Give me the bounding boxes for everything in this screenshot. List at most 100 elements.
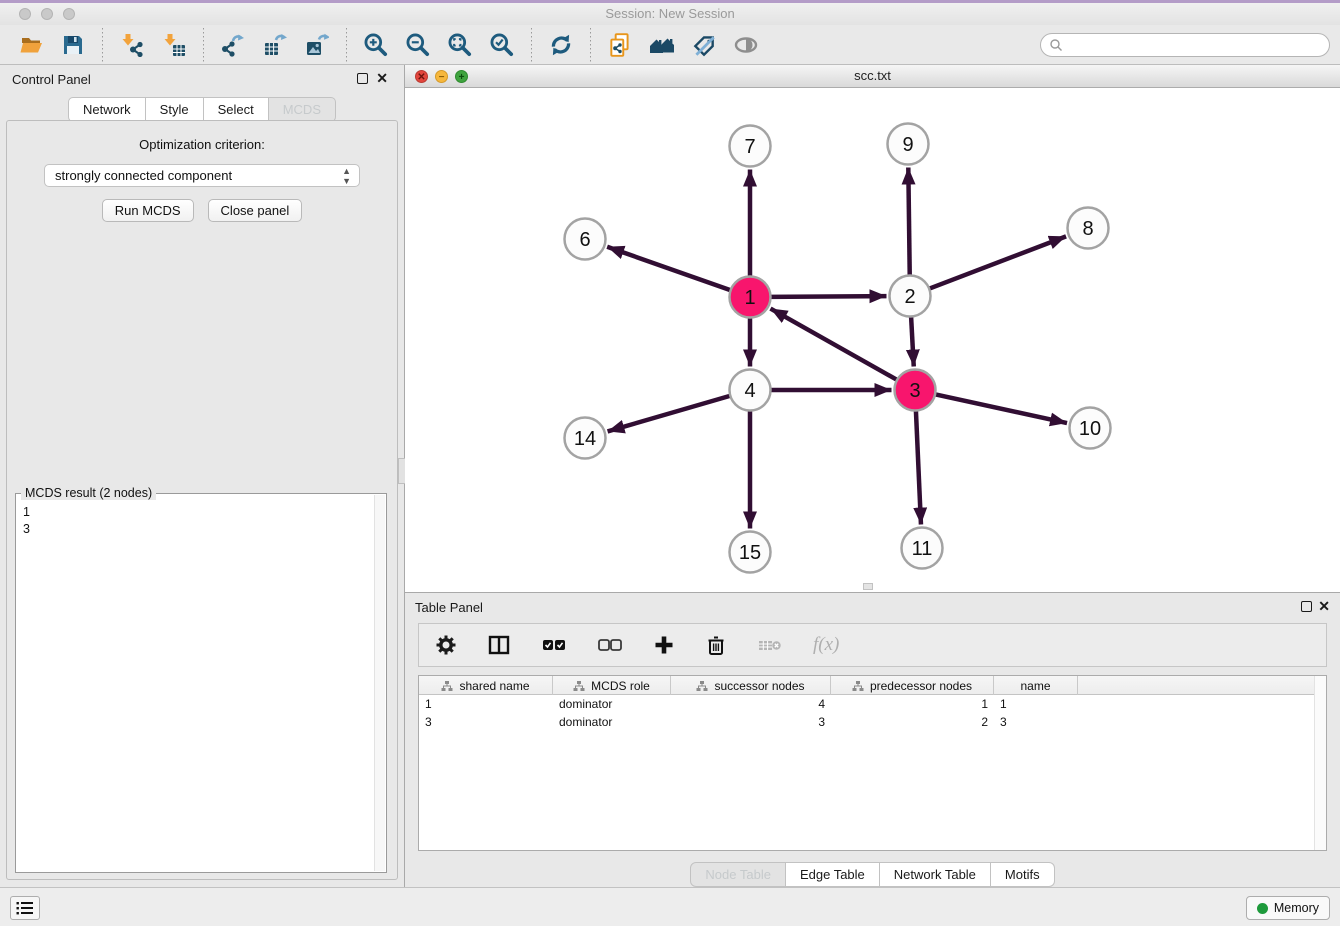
column-type-icon bbox=[441, 680, 453, 692]
column-header-shared-name[interactable]: shared name bbox=[419, 676, 553, 695]
column-header-successor-nodes[interactable]: successor nodes bbox=[671, 676, 831, 695]
column-header-predecessor-nodes[interactable]: predecessor nodes bbox=[831, 676, 994, 695]
cell-shared-name: 1 bbox=[419, 697, 553, 713]
graph-edge-1-2[interactable] bbox=[770, 296, 886, 297]
zoom-window-icon[interactable] bbox=[63, 8, 75, 20]
tab-node-table[interactable]: Node Table bbox=[690, 862, 786, 887]
import-table-button[interactable] bbox=[157, 29, 191, 61]
tab-mcds[interactable]: MCDS bbox=[269, 97, 336, 122]
search-input[interactable] bbox=[1063, 35, 1329, 55]
close-panel-button[interactable]: Close panel bbox=[208, 199, 303, 222]
select-all-button[interactable] bbox=[541, 630, 567, 660]
clone-network-button[interactable] bbox=[603, 29, 637, 61]
open-session-button[interactable] bbox=[14, 29, 48, 61]
memory-button[interactable]: Memory bbox=[1246, 896, 1330, 920]
graph-edge-2-9[interactable] bbox=[908, 167, 909, 275]
zoom-selected-button[interactable] bbox=[485, 29, 519, 61]
table-tabs: Node Table Edge Table Network Table Moti… bbox=[405, 862, 1340, 887]
result-scrollbar[interactable] bbox=[374, 495, 385, 871]
graph-node-label-14: 14 bbox=[574, 428, 596, 450]
mcds-result-item: 3 bbox=[23, 521, 386, 538]
search-field[interactable] bbox=[1040, 33, 1330, 57]
network-maximize-icon[interactable]: + bbox=[455, 70, 468, 83]
save-session-button[interactable] bbox=[56, 29, 90, 61]
mcds-result-list: 1 3 bbox=[16, 494, 386, 538]
graph-node-label-9: 9 bbox=[902, 134, 913, 156]
toolbar-separator bbox=[590, 28, 591, 62]
table-row[interactable]: 3 dominator 3 2 3 bbox=[419, 715, 1326, 731]
cell-predecessor-nodes: 1 bbox=[831, 697, 994, 713]
close-table-panel-icon[interactable]: ✕ bbox=[1318, 599, 1330, 613]
float-panel-icon[interactable] bbox=[357, 73, 368, 84]
toolbar-separator bbox=[102, 28, 103, 62]
graph-edge-3-10[interactable] bbox=[935, 394, 1067, 423]
hide-labels-button[interactable] bbox=[687, 29, 721, 61]
tab-motifs[interactable]: Motifs bbox=[991, 862, 1055, 887]
graph-node-label-6: 6 bbox=[579, 229, 590, 251]
delete-column-button[interactable] bbox=[757, 630, 783, 660]
graph-edge-2-3[interactable] bbox=[911, 316, 914, 366]
export-network-button[interactable] bbox=[216, 29, 250, 61]
close-window-icon[interactable] bbox=[19, 8, 31, 20]
column-header-name[interactable]: name bbox=[994, 676, 1078, 695]
close-panel-icon[interactable]: ✕ bbox=[376, 71, 388, 85]
graph-edge-1-6[interactable] bbox=[607, 247, 730, 290]
float-table-panel-icon[interactable] bbox=[1301, 601, 1312, 612]
graph-node-label-3: 3 bbox=[909, 380, 920, 402]
column-label: shared name bbox=[459, 679, 529, 693]
tab-network[interactable]: Network bbox=[68, 97, 146, 122]
column-header-mcds-role[interactable]: MCDS role bbox=[553, 676, 671, 695]
column-label: predecessor nodes bbox=[870, 679, 972, 693]
network-minimize-icon[interactable]: − bbox=[435, 70, 448, 83]
hide-labels-icon bbox=[691, 32, 717, 58]
table-settings-button[interactable] bbox=[435, 630, 457, 660]
export-table-icon bbox=[263, 33, 287, 57]
delete-row-button[interactable] bbox=[705, 630, 727, 660]
plus-icon bbox=[653, 634, 675, 656]
network-window-titlebar: ✕ − + scc.txt bbox=[405, 65, 1340, 88]
graph-edge-3-11[interactable] bbox=[916, 410, 921, 524]
table-toolbar: f(x) bbox=[418, 623, 1327, 667]
memory-status-icon bbox=[1257, 903, 1268, 914]
graph-edge-2-8[interactable] bbox=[929, 236, 1066, 288]
graph-edge-4-14[interactable] bbox=[608, 396, 731, 432]
cell-name: 3 bbox=[994, 715, 1078, 731]
import-network-button[interactable] bbox=[115, 29, 149, 61]
minimize-window-icon[interactable] bbox=[41, 8, 53, 20]
network-resize-handle[interactable] bbox=[863, 583, 873, 590]
columns-icon bbox=[487, 634, 511, 656]
column-label: name bbox=[1020, 679, 1050, 693]
zoom-fit-button[interactable] bbox=[443, 29, 477, 61]
delete-column-icon bbox=[757, 636, 783, 654]
table-panel-title: Table Panel bbox=[415, 600, 483, 615]
task-history-button[interactable] bbox=[10, 896, 40, 920]
control-panel-tabs: Network Style Select MCDS bbox=[0, 97, 404, 122]
run-mcds-button[interactable]: Run MCDS bbox=[102, 199, 194, 222]
graph-edge-3-1[interactable] bbox=[770, 309, 897, 380]
control-panel: Control Panel ✕ Network Style Select MCD… bbox=[0, 65, 404, 887]
tab-style[interactable]: Style bbox=[146, 97, 204, 122]
mcds-result-item: 1 bbox=[23, 504, 386, 521]
network-canvas[interactable]: 1234678910111415 bbox=[405, 88, 1340, 592]
table-scrollbar[interactable] bbox=[1314, 676, 1326, 850]
function-builder-button[interactable]: f(x) bbox=[813, 630, 839, 660]
app-window: Session: New Session bbox=[0, 0, 1340, 926]
zoom-in-button[interactable] bbox=[359, 29, 393, 61]
export-table-button[interactable] bbox=[258, 29, 292, 61]
criterion-dropdown[interactable]: strongly connected component ▲▼ bbox=[44, 164, 360, 187]
show-columns-button[interactable] bbox=[487, 630, 511, 660]
table-panel: Table Panel ✕ bbox=[405, 593, 1340, 887]
network-close-icon[interactable]: ✕ bbox=[415, 70, 428, 83]
apply-layout-button[interactable] bbox=[544, 29, 578, 61]
home-button[interactable] bbox=[645, 29, 679, 61]
table-row[interactable]: 1 dominator 4 1 1 bbox=[419, 697, 1326, 713]
statusbar: Memory bbox=[0, 887, 1340, 926]
tab-edge-table[interactable]: Edge Table bbox=[786, 862, 880, 887]
add-column-button[interactable] bbox=[653, 630, 675, 660]
tab-network-table[interactable]: Network Table bbox=[880, 862, 991, 887]
show-hide-button[interactable] bbox=[729, 29, 763, 61]
deselect-all-button[interactable] bbox=[597, 630, 623, 660]
tab-select[interactable]: Select bbox=[204, 97, 269, 122]
zoom-out-button[interactable] bbox=[401, 29, 435, 61]
export-image-button[interactable] bbox=[300, 29, 334, 61]
